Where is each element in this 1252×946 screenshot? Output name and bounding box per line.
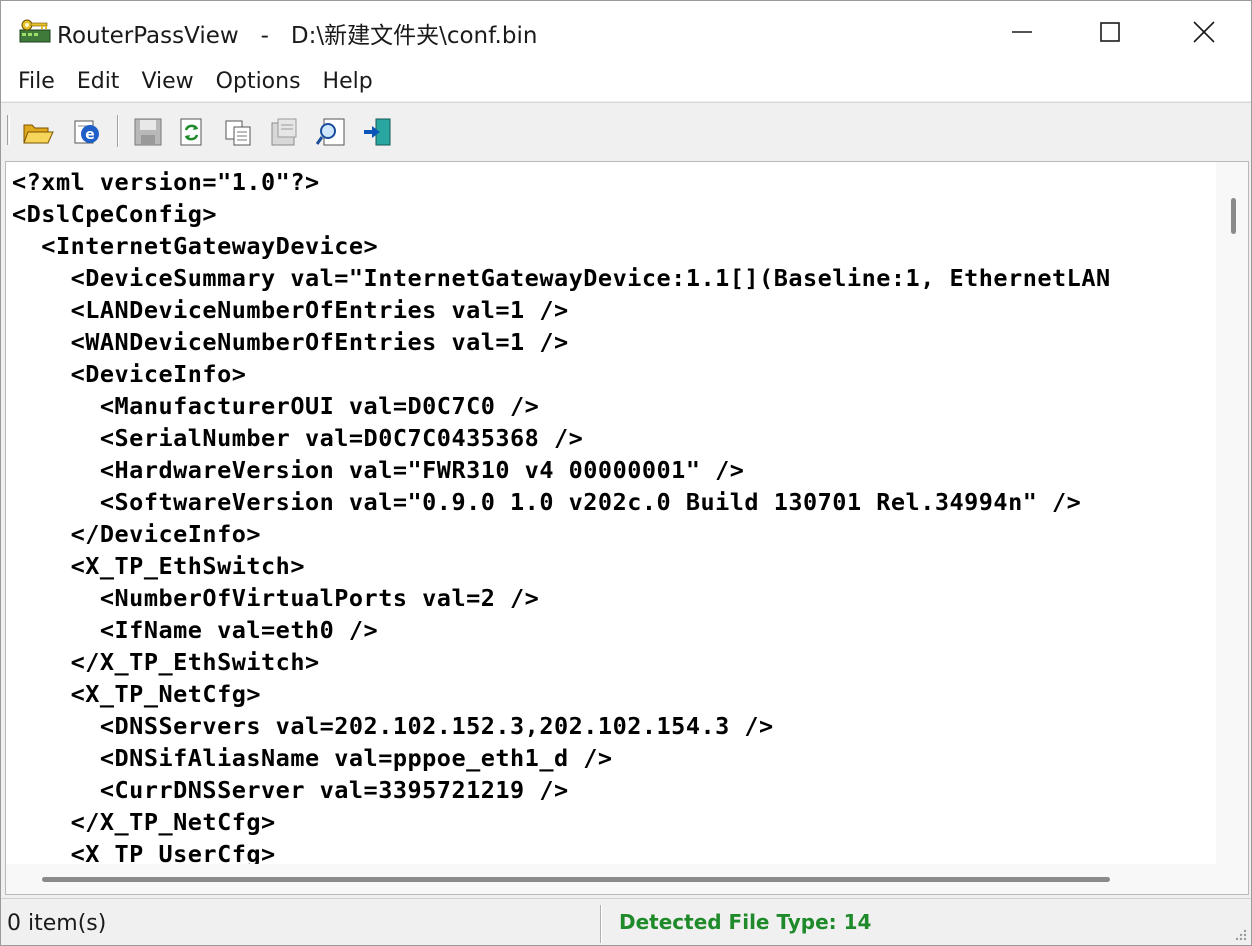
xml-line: <DNSServers val=202.102.152.3,202.102.15…: [12, 712, 774, 740]
exit-button[interactable]: [361, 115, 395, 149]
xml-line: <X_TP_NetCfg>: [12, 680, 262, 708]
toolbar-grip[interactable]: [7, 115, 10, 145]
refresh-icon: [180, 118, 202, 146]
vertical-scrollbar[interactable]: [1216, 162, 1248, 864]
menu-file[interactable]: File: [7, 63, 66, 101]
xml-line: </DeviceInfo>: [12, 520, 262, 548]
minimize-button[interactable]: [975, 1, 1069, 63]
properties-button[interactable]: [267, 115, 301, 149]
app-window: RouterPassView - D:\新建文件夹\conf.bin File …: [0, 0, 1252, 946]
xml-line: <X_TP_UserCfg>: [12, 840, 276, 864]
router-key-icon: [19, 19, 51, 43]
xml-line: <DeviceInfo>: [12, 360, 247, 388]
menu-options[interactable]: Options: [205, 63, 312, 101]
menu-view[interactable]: View: [130, 63, 204, 101]
open-ie-button[interactable]: e: [71, 115, 105, 149]
toolbar-separator: [117, 115, 119, 147]
xml-text-area[interactable]: <?xml version="1.0"?> <DslCpeConfig> <Int…: [6, 162, 1216, 864]
copy-icon: [225, 120, 251, 146]
exit-icon: [364, 118, 391, 146]
internet-explorer-icon: e: [74, 120, 99, 144]
vertical-scroll-thumb[interactable]: [1231, 198, 1236, 234]
close-icon: [1193, 21, 1215, 43]
xml-line: </X_TP_EthSwitch>: [12, 648, 320, 676]
window-title: RouterPassView - D:\新建文件夹\conf.bin: [57, 23, 538, 49]
xml-line: </X_TP_NetCfg>: [12, 808, 276, 836]
xml-line: <SoftwareVersion val="0.9.0 1.0 v202c.0 …: [12, 488, 1082, 516]
xml-line: <X_TP_EthSwitch>: [12, 552, 305, 580]
item-count: 0 item(s): [7, 911, 107, 936]
menu-bar: File Edit View Options Help: [1, 63, 1251, 101]
xml-line: <LANDeviceNumberOfEntries val=1 />: [12, 296, 569, 324]
xml-line: <InternetGatewayDevice>: [12, 232, 379, 260]
svg-text:e: e: [85, 127, 95, 143]
copy-button[interactable]: [221, 115, 255, 149]
minimize-icon: [1012, 31, 1032, 33]
xml-line: <SerialNumber val=D0C7C0435368 />: [12, 424, 584, 452]
xml-line: <DNSifAliasName val=pppoe_eth1_d />: [12, 744, 613, 772]
status-bar: 0 item(s) Detected File Type: 14: [1, 898, 1251, 945]
xml-line: <IfName val=eth0 />: [12, 616, 379, 644]
xml-line: <CurrDNSServer val=3395721219 />: [12, 776, 569, 804]
xml-line: <ManufacturerOUI val=D0C7C0 />: [12, 392, 540, 420]
toolbar: e: [1, 102, 1251, 158]
xml-line: <WANDeviceNumberOfEntries val=1 />: [12, 328, 569, 356]
save-icon: [134, 118, 162, 146]
refresh-button[interactable]: [175, 115, 209, 149]
xml-line: <NumberOfVirtualPorts val=2 />: [12, 584, 540, 612]
status-separator: [600, 905, 602, 943]
xml-line: <HardwareVersion val="FWR310 v4 00000001…: [12, 456, 745, 484]
menu-edit[interactable]: Edit: [66, 63, 131, 101]
horizontal-scroll-thumb[interactable]: [42, 877, 1110, 882]
horizontal-scrollbar[interactable]: [6, 864, 1248, 894]
close-button[interactable]: [1157, 1, 1251, 63]
maximize-button[interactable]: [1063, 1, 1157, 63]
title-bar[interactable]: RouterPassView - D:\新建文件夹\conf.bin: [1, 1, 1251, 63]
open-folder-icon: [23, 124, 54, 144]
maximize-icon: [1100, 22, 1120, 42]
save-button[interactable]: [131, 115, 165, 149]
resize-grip-icon[interactable]: [1233, 927, 1247, 941]
find-icon: [316, 118, 345, 146]
open-file-button[interactable]: [21, 115, 55, 149]
xml-viewer[interactable]: <?xml version="1.0"?> <DslCpeConfig> <Int…: [5, 161, 1249, 895]
xml-line: <DslCpeConfig>: [12, 200, 218, 228]
menu-help[interactable]: Help: [312, 63, 384, 101]
xml-line: <DeviceSummary val="InternetGatewayDevic…: [12, 264, 1111, 292]
detected-file-type: Detected File Type: 14: [619, 910, 872, 934]
xml-line: <?xml version="1.0"?>: [12, 168, 320, 196]
properties-icon: [271, 118, 297, 146]
find-button[interactable]: [315, 115, 349, 149]
